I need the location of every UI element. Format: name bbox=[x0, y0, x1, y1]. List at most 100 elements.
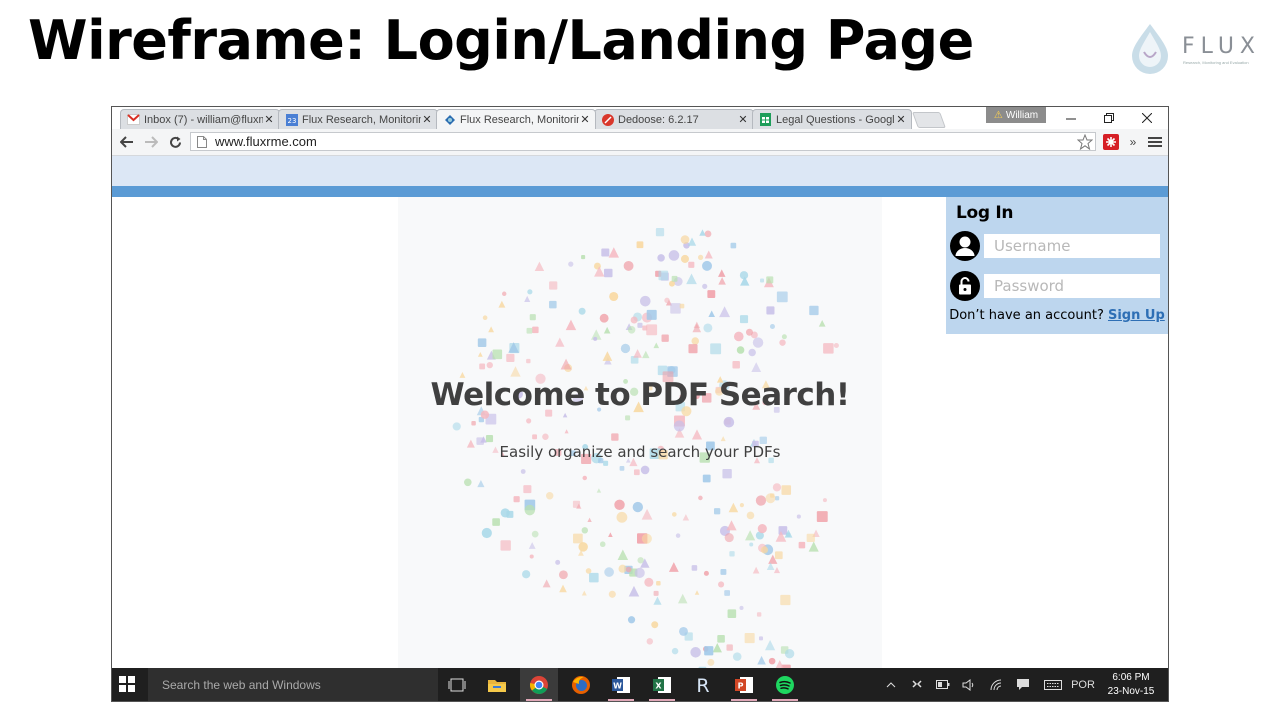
windows-logo-icon bbox=[119, 676, 135, 692]
decorative-icon bbox=[653, 596, 662, 605]
close-icon[interactable]: ✕ bbox=[579, 113, 591, 126]
new-tab-button[interactable] bbox=[912, 112, 946, 128]
decorative-icon bbox=[558, 570, 568, 580]
decorative-icon bbox=[720, 436, 726, 442]
password-input[interactable] bbox=[984, 274, 1160, 298]
decorative-icon bbox=[661, 334, 669, 342]
notifications-icon[interactable] bbox=[1012, 668, 1034, 701]
battery-icon[interactable] bbox=[932, 668, 954, 701]
tray-app-icon[interactable] bbox=[906, 668, 928, 701]
more-extensions-button[interactable]: » bbox=[1124, 133, 1142, 151]
signup-link[interactable]: Sign Up bbox=[1108, 308, 1165, 323]
volume-icon[interactable] bbox=[958, 668, 980, 701]
decorative-icon bbox=[565, 319, 577, 331]
signup-prompt: Don’t have an account? bbox=[949, 308, 1104, 323]
decorative-icon bbox=[625, 566, 632, 573]
decorative-icon bbox=[573, 533, 583, 544]
decorative-icon bbox=[704, 250, 713, 259]
close-icon[interactable]: ✕ bbox=[421, 113, 433, 126]
close-icon bbox=[1142, 113, 1152, 123]
decorative-icon bbox=[513, 496, 520, 503]
warning-icon: ⚠ bbox=[993, 109, 1003, 121]
taskbar-spotify[interactable] bbox=[766, 668, 804, 701]
back-button[interactable] bbox=[118, 133, 136, 151]
decorative-icon bbox=[602, 351, 613, 361]
keyboard-icon[interactable] bbox=[1040, 668, 1066, 701]
decorative-icon bbox=[529, 314, 536, 321]
decorative-icon bbox=[726, 520, 737, 531]
restore-button[interactable] bbox=[1094, 109, 1124, 127]
close-icon[interactable]: ✕ bbox=[263, 113, 275, 126]
decorative-icon bbox=[690, 647, 701, 658]
language-indicator[interactable]: POR bbox=[1068, 668, 1098, 701]
profile-badge[interactable]: ⚠ William bbox=[986, 107, 1046, 123]
decorative-icon bbox=[780, 594, 791, 606]
start-button[interactable] bbox=[118, 675, 136, 693]
url-input[interactable] bbox=[215, 134, 1077, 149]
taskbar-word[interactable]: W bbox=[602, 668, 640, 701]
icon-head-illustration bbox=[452, 228, 839, 668]
forward-button[interactable] bbox=[142, 133, 160, 151]
decorative-icon bbox=[688, 344, 698, 354]
decorative-icon bbox=[555, 337, 565, 347]
taskbar-r[interactable]: R bbox=[684, 668, 722, 701]
decorative-icon bbox=[707, 290, 716, 298]
decorative-icon bbox=[729, 551, 735, 557]
svg-text:R: R bbox=[696, 675, 709, 695]
decorative-icon bbox=[779, 339, 786, 346]
decorative-icon bbox=[568, 261, 574, 267]
tab-inbox[interactable]: Inbox (7) - william@fluxm ✕ bbox=[120, 109, 280, 129]
reload-button[interactable] bbox=[166, 133, 184, 151]
decorative-icon bbox=[710, 343, 722, 355]
decorative-icon bbox=[733, 331, 744, 342]
decorative-icon bbox=[691, 337, 700, 345]
tab-dedoose[interactable]: Dedoose: 6.2.17 ✕ bbox=[594, 109, 754, 129]
taskbar-clock[interactable]: 6:06 PM 23-Nov-15 bbox=[1098, 671, 1164, 699]
decorative-icon bbox=[680, 235, 690, 244]
decorative-icon bbox=[704, 230, 712, 238]
decorative-icon bbox=[671, 275, 678, 282]
decorative-icon bbox=[603, 460, 609, 466]
profile-name: William bbox=[1005, 109, 1039, 121]
taskbar-file-explorer[interactable] bbox=[478, 668, 516, 701]
decorative-icon bbox=[642, 325, 648, 331]
decorative-icon bbox=[772, 483, 782, 492]
spotify-icon bbox=[776, 675, 794, 694]
svg-text:23: 23 bbox=[287, 117, 296, 125]
taskbar-search[interactable]: Search the web and Windows bbox=[148, 668, 438, 701]
wifi-icon[interactable] bbox=[986, 668, 1008, 701]
decorative-icon bbox=[776, 291, 788, 303]
decorative-icon bbox=[703, 323, 713, 333]
tab-flux-research-active[interactable]: Flux Research, Monitoring ✕ bbox=[436, 109, 596, 129]
tab-flux-research-1[interactable]: 23 Flux Research, Monitoring ✕ bbox=[278, 109, 438, 129]
decorative-icon bbox=[806, 533, 815, 543]
decorative-icon bbox=[524, 504, 536, 516]
username-input[interactable] bbox=[984, 234, 1160, 258]
tab-legal-questions[interactable]: Legal Questions - Google ✕ bbox=[752, 109, 912, 129]
taskbar-firefox[interactable] bbox=[562, 668, 600, 701]
svg-text:P: P bbox=[738, 681, 744, 690]
decorative-icon bbox=[720, 568, 727, 575]
decorative-icon bbox=[637, 322, 643, 328]
decorative-icon bbox=[765, 493, 776, 504]
task-view-button[interactable] bbox=[438, 668, 476, 701]
decorative-icon bbox=[680, 254, 690, 263]
address-bar[interactable] bbox=[190, 132, 1096, 151]
minimize-button[interactable] bbox=[1056, 109, 1086, 127]
star-icon[interactable] bbox=[1077, 133, 1093, 150]
decorative-icon bbox=[646, 324, 658, 336]
tab-label: Flux Research, Monitoring bbox=[460, 113, 579, 126]
decorative-icon bbox=[633, 469, 640, 476]
menu-button[interactable] bbox=[1146, 133, 1164, 151]
extension-button[interactable] bbox=[1102, 133, 1120, 151]
taskbar-excel[interactable]: X bbox=[643, 668, 681, 701]
close-icon[interactable]: ✕ bbox=[737, 113, 749, 126]
taskbar-powerpoint[interactable]: P bbox=[725, 668, 763, 701]
close-window-button[interactable] bbox=[1132, 109, 1162, 127]
decorative-icon bbox=[485, 435, 494, 443]
tray-chevron-up-icon[interactable] bbox=[880, 668, 902, 701]
taskbar-chrome[interactable] bbox=[520, 668, 558, 701]
browser-toolbar: » bbox=[112, 129, 1168, 156]
close-icon[interactable]: ✕ bbox=[895, 113, 907, 126]
gmail-icon bbox=[127, 113, 140, 126]
